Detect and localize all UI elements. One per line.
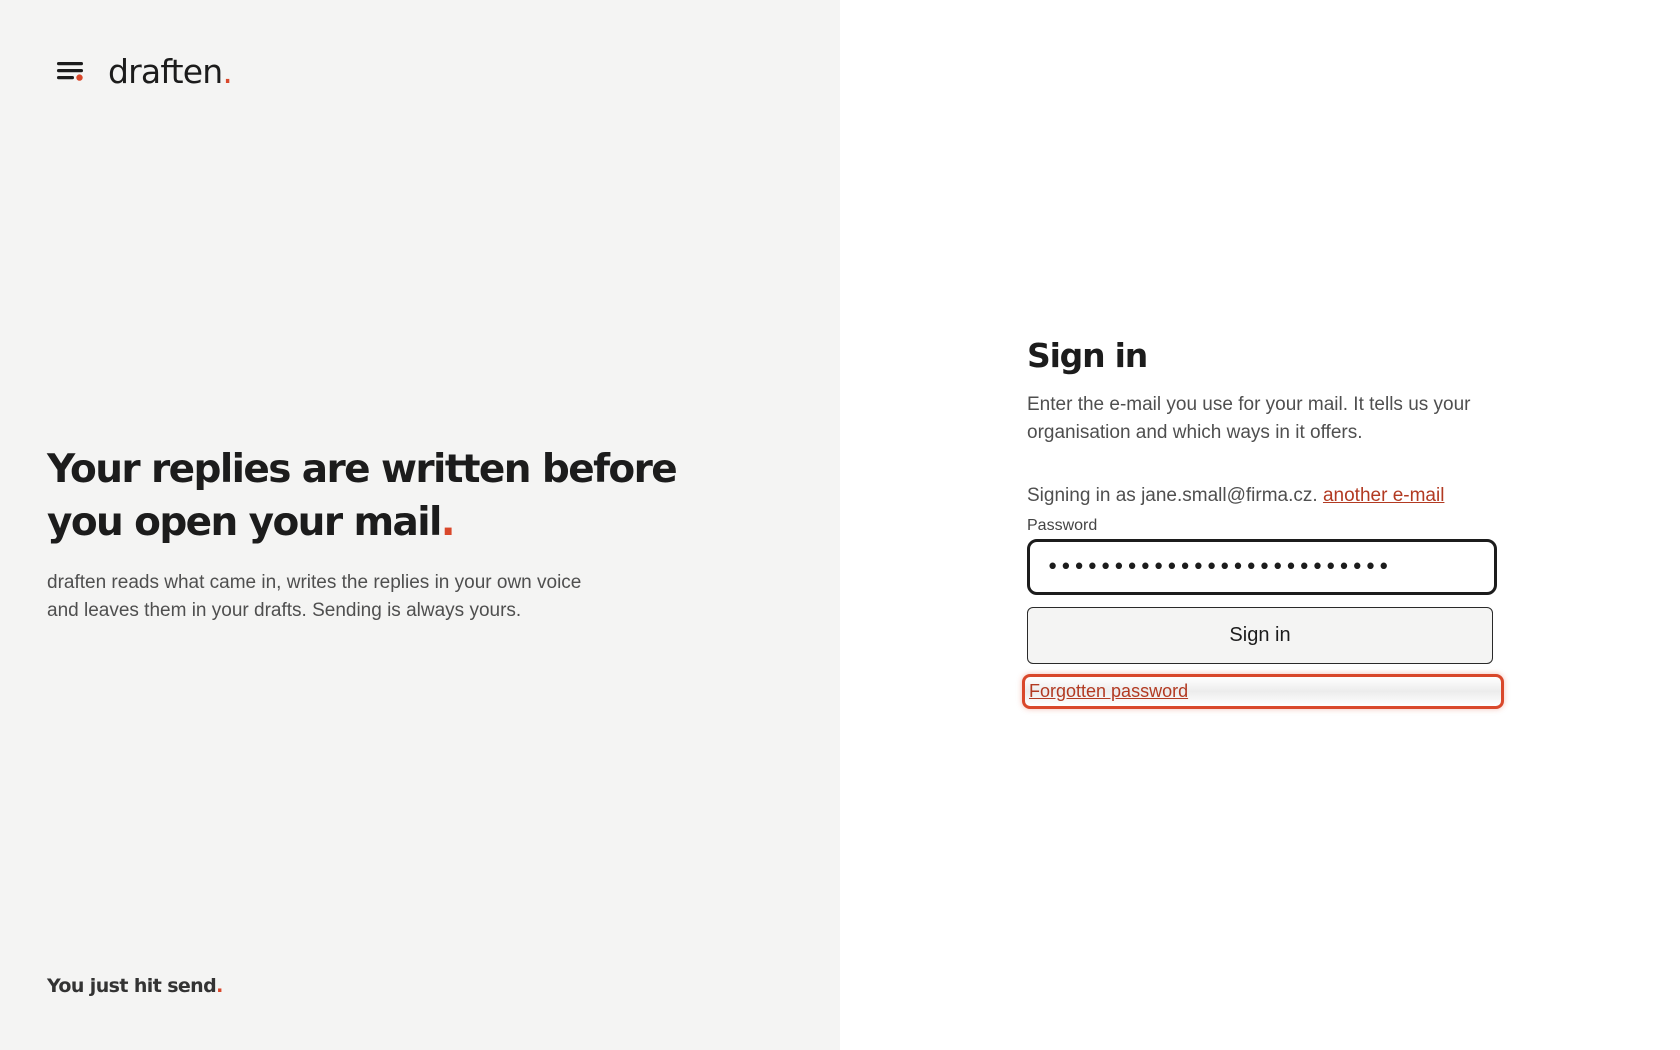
hero-title: Your replies are written before you open… bbox=[47, 443, 687, 549]
right-panel: Sign in Enter the e-mail you use for you… bbox=[840, 0, 1680, 1050]
hero-title-line2: you open your mail bbox=[47, 500, 442, 545]
forgotten-password-text[interactable]: Forgotten password bbox=[1029, 681, 1188, 702]
footer-dot: . bbox=[216, 975, 223, 997]
footer-tagline-text: You just hit send bbox=[47, 975, 217, 997]
left-panel: draften. Your replies are written before… bbox=[0, 0, 840, 1050]
another-email-link[interactable]: another e-mail bbox=[1323, 485, 1444, 506]
forgotten-password-link[interactable]: Forgotten password bbox=[1022, 674, 1504, 709]
signing-as-text: Signing in as jane.small@firma.cz. bbox=[1027, 485, 1318, 506]
hero-subtitle-line1: draften reads what came in, writes the r… bbox=[47, 572, 582, 593]
signin-title: Sign in bbox=[1027, 336, 1148, 375]
password-field[interactable]: •••••••••••••••••••••••••• bbox=[1027, 539, 1497, 595]
footer-tagline: You just hit send. bbox=[47, 975, 223, 997]
brand-logo[interactable]: draften. bbox=[56, 50, 233, 92]
brand-dot: . bbox=[222, 51, 233, 91]
password-label: Password bbox=[1027, 517, 1098, 534]
signing-as: Signing in as jane.small@firma.cz. anoth… bbox=[1027, 483, 1501, 509]
signin-description: Enter the e-mail you use for your mail. … bbox=[1027, 391, 1501, 447]
hero-title-dot: . bbox=[440, 500, 456, 545]
brand-name-text: draften bbox=[108, 51, 223, 91]
signin-form: Sign in Enter the e-mail you use for you… bbox=[1022, 336, 1504, 709]
signin-description-line1: Enter the e-mail you use for your mail. … bbox=[1027, 394, 1471, 415]
hero-subtitle-line2: and leaves them in your drafts. Sending … bbox=[47, 600, 522, 621]
signin-button[interactable]: Sign in bbox=[1027, 607, 1493, 664]
signin-description-line2: organisation and which ways in it offers… bbox=[1027, 422, 1363, 443]
brand-name: draften. bbox=[108, 51, 233, 91]
hero-title-line1: Your replies are written before bbox=[47, 447, 678, 492]
hero: Your replies are written before you open… bbox=[47, 443, 687, 625]
hero-subtitle: draften reads what came in, writes the r… bbox=[47, 569, 687, 625]
brand-icon bbox=[57, 62, 83, 81]
